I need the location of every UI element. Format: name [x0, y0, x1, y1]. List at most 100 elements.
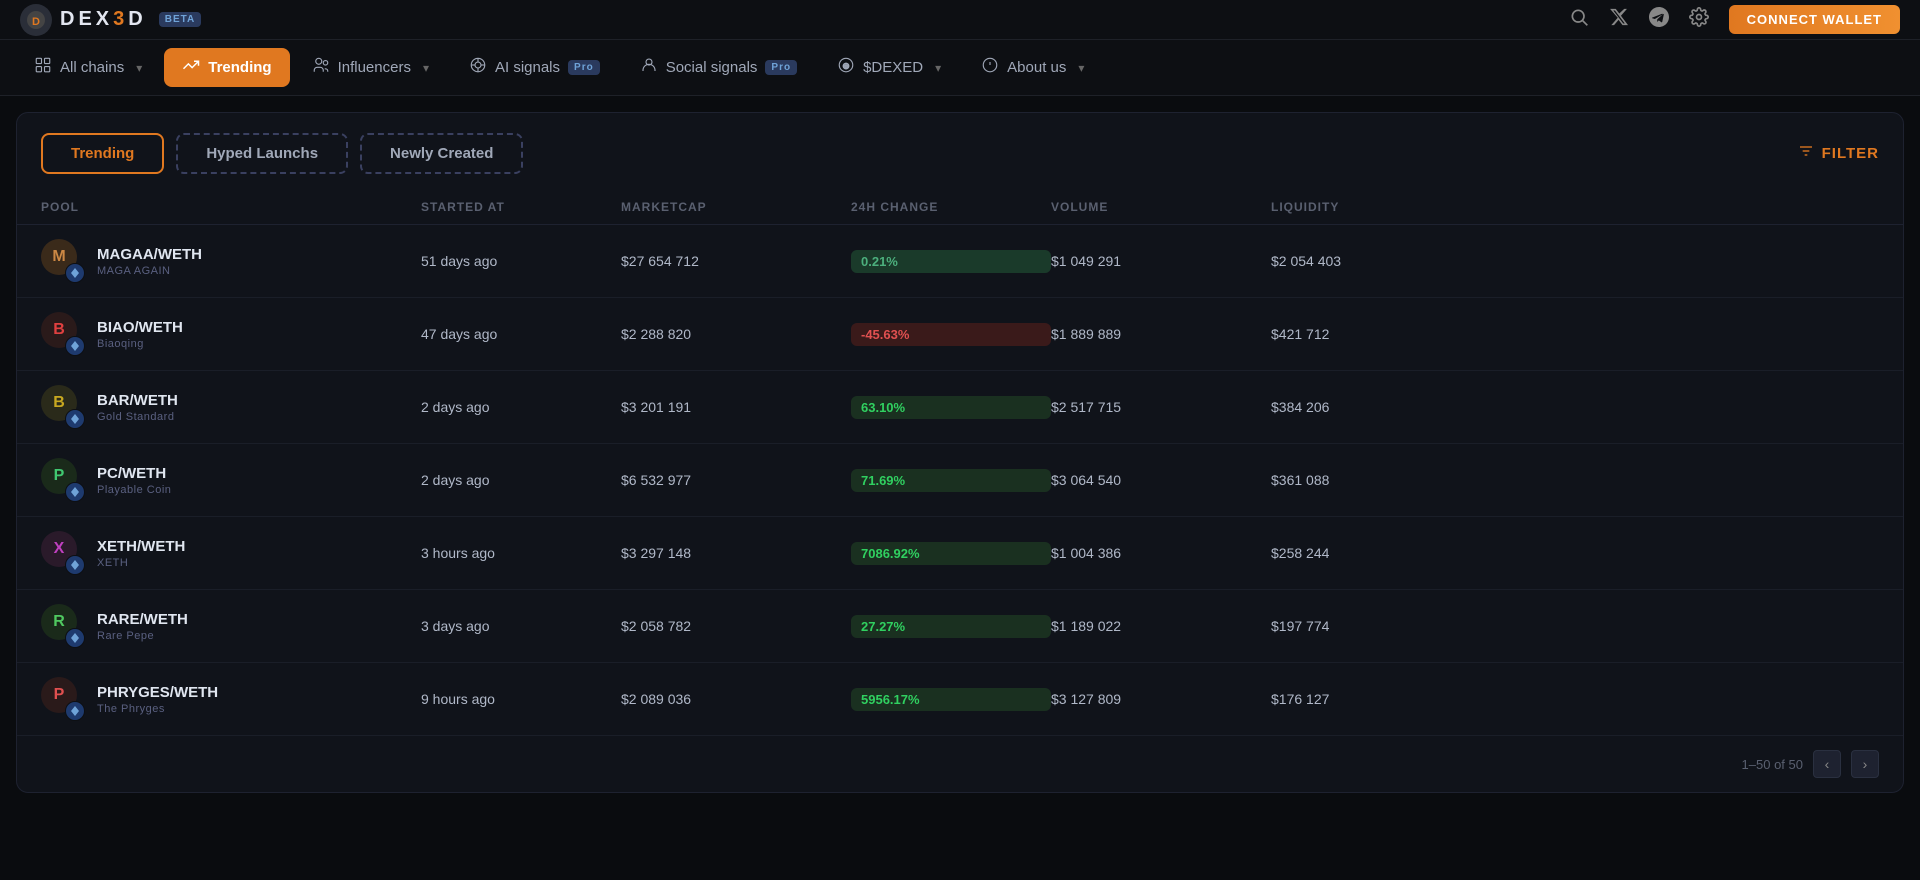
marketcap-cell: $2 288 820	[621, 326, 851, 342]
change-badge: 0.21%	[851, 250, 1051, 273]
tab-trending[interactable]: Trending	[41, 133, 164, 174]
pagination-row: 1–50 of 50 ‹ ›	[17, 736, 1903, 792]
table-row[interactable]: B BAR/WETH Gold Standard 2 days ago $3 2…	[17, 371, 1903, 444]
table-body: M MAGAA/WETH MAGA AGAIN 51 days ago $27 …	[17, 225, 1903, 736]
beta-badge: BETA	[159, 12, 201, 27]
liquidity-cell: $258 244	[1271, 545, 1491, 561]
header-pool: POOL	[41, 200, 421, 214]
settings-icon[interactable]	[1689, 7, 1709, 32]
volume-cell: $1 049 291	[1051, 253, 1271, 269]
trending-label: Trending	[208, 59, 271, 76]
pool-avatar: R	[41, 604, 85, 648]
trending-icon	[182, 56, 200, 79]
filter-button[interactable]: FILTER	[1798, 143, 1879, 164]
started-at-cell: 3 hours ago	[421, 545, 621, 561]
pool-avatar: M	[41, 239, 85, 283]
started-at-cell: 2 days ago	[421, 472, 621, 488]
avatar-eth-icon	[65, 482, 85, 502]
pool-avatar: P	[41, 677, 85, 721]
table-row[interactable]: R RARE/WETH Rare Pepe 3 days ago $2 058 …	[17, 590, 1903, 663]
header-marketcap: MARKETCAP	[621, 200, 851, 214]
liquidity-cell: $361 088	[1271, 472, 1491, 488]
started-at-cell: 9 hours ago	[421, 691, 621, 707]
sidebar-item-all-chains[interactable]: All chains ▾	[16, 48, 160, 87]
telegram-icon[interactable]	[1649, 7, 1669, 32]
change-badge: 5956.17%	[851, 688, 1051, 711]
started-at-cell: 2 days ago	[421, 399, 621, 415]
liquidity-cell: $384 206	[1271, 399, 1491, 415]
change-badge: 71.69%	[851, 469, 1051, 492]
table-row[interactable]: M MAGAA/WETH MAGA AGAIN 51 days ago $27 …	[17, 225, 1903, 298]
sidebar-item-ai-signals[interactable]: AI signals Pro	[451, 48, 618, 87]
header-24h-change: 24H CHANGE	[851, 200, 1051, 214]
navbar: All chains ▾ Trending Influencers ▾ AI s…	[0, 40, 1920, 96]
pool-sub: The Phryges	[97, 703, 218, 715]
pool-sub: Rare Pepe	[97, 630, 188, 642]
volume-cell: $3 127 809	[1051, 691, 1271, 707]
sidebar-item-influencers[interactable]: Influencers ▾	[294, 48, 447, 87]
filter-icon	[1798, 143, 1814, 164]
table-row[interactable]: B BIAO/WETH Biaoqing 47 days ago $2 288 …	[17, 298, 1903, 371]
avatar-eth-icon	[65, 336, 85, 356]
pool-avatar: B	[41, 312, 85, 356]
twitter-icon[interactable]	[1609, 7, 1629, 32]
pagination-summary: 1–50 of 50	[1742, 757, 1803, 772]
pool-cell: R RARE/WETH Rare Pepe	[41, 604, 421, 648]
pool-info: BIAO/WETH Biaoqing	[97, 319, 183, 350]
avatar-eth-icon	[65, 263, 85, 283]
liquidity-cell: $197 774	[1271, 618, 1491, 634]
pool-info: XETH/WETH XETH	[97, 538, 185, 569]
marketcap-cell: $3 201 191	[621, 399, 851, 415]
pool-avatar: X	[41, 531, 85, 575]
marketcap-cell: $2 089 036	[621, 691, 851, 707]
influencers-icon	[312, 56, 330, 79]
table-header: POOL STARTED AT MARKETCAP 24H CHANGE VOL…	[17, 190, 1903, 225]
marketcap-cell: $2 058 782	[621, 618, 851, 634]
avatar-eth-icon	[65, 701, 85, 721]
pool-name: PHRYGES/WETH	[97, 684, 218, 701]
pool-cell: X XETH/WETH XETH	[41, 531, 421, 575]
sidebar-item-trending[interactable]: Trending	[164, 48, 289, 87]
logo-avatar: D	[20, 4, 52, 36]
ai-signals-label: AI signals	[495, 59, 560, 76]
logo: D DEX3D BETA	[20, 4, 201, 36]
avatar-eth-icon	[65, 628, 85, 648]
prev-page-button[interactable]: ‹	[1813, 750, 1841, 778]
table-row[interactable]: P PHRYGES/WETH The Phryges 9 hours ago $…	[17, 663, 1903, 736]
pool-info: PHRYGES/WETH The Phryges	[97, 684, 218, 715]
change-badge: 7086.92%	[851, 542, 1051, 565]
marketcap-cell: $3 297 148	[621, 545, 851, 561]
search-icon[interactable]	[1569, 7, 1589, 32]
sidebar-item-social-signals[interactable]: Social signals Pro	[622, 48, 815, 87]
tab-hyped-launchs[interactable]: Hyped Launchs	[176, 133, 348, 174]
pool-info: RARE/WETH Rare Pepe	[97, 611, 188, 642]
ai-signals-pro-badge: Pro	[568, 60, 600, 75]
next-page-button[interactable]: ›	[1851, 750, 1879, 778]
topbar-icons: CONNECT WALLET	[1569, 5, 1900, 34]
sidebar-item-dexed[interactable]: ◎ $DEXED ▾	[819, 48, 959, 87]
pool-name: BAR/WETH	[97, 392, 178, 409]
liquidity-cell: $176 127	[1271, 691, 1491, 707]
volume-cell: $1 004 386	[1051, 545, 1271, 561]
table-row[interactable]: X XETH/WETH XETH 3 hours ago $3 297 148 …	[17, 517, 1903, 590]
influencers-chevron-icon: ▾	[423, 61, 429, 75]
table-row[interactable]: P PC/WETH Playable Coin 2 days ago $6 53…	[17, 444, 1903, 517]
connect-wallet-button[interactable]: CONNECT WALLET	[1729, 5, 1900, 34]
dexed-chevron-icon: ▾	[935, 61, 941, 75]
pool-info: PC/WETH Playable Coin	[97, 465, 171, 496]
dexed-icon: ◎	[837, 56, 855, 79]
main-content: Trending Hyped Launchs Newly Created FIL…	[16, 112, 1904, 793]
marketcap-cell: $6 532 977	[621, 472, 851, 488]
pool-name: BIAO/WETH	[97, 319, 183, 336]
pool-cell: P PHRYGES/WETH The Phryges	[41, 677, 421, 721]
pool-sub: MAGA AGAIN	[97, 265, 202, 277]
svg-text:D: D	[32, 16, 40, 28]
sidebar-item-about-us[interactable]: About us ▾	[963, 48, 1102, 87]
avatar-eth-icon	[65, 555, 85, 575]
tab-newly-created[interactable]: Newly Created	[360, 133, 523, 174]
topbar: D DEX3D BETA CONNECT WALLET	[0, 0, 1920, 40]
started-at-cell: 3 days ago	[421, 618, 621, 634]
header-liquidity: LIQUIDITY	[1271, 200, 1491, 214]
pool-cell: P PC/WETH Playable Coin	[41, 458, 421, 502]
pool-name: MAGAA/WETH	[97, 246, 202, 263]
